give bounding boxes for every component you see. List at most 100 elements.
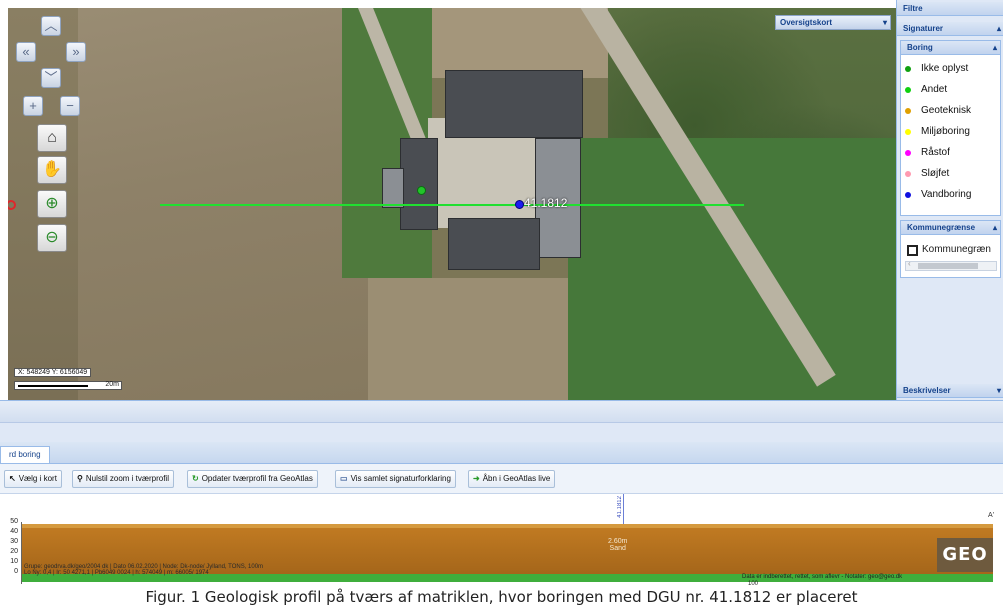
chevron-up-icon: ▴: [992, 223, 997, 232]
geo-logo: GEO: [937, 538, 993, 572]
show-legend-label: Vis samlet signaturforklaring: [350, 474, 451, 483]
zoom-in-icon: ⊕: [45, 195, 59, 212]
dirt-area: [368, 278, 568, 400]
y-tick-label: 30: [10, 538, 18, 545]
municipal-header-label: Kommunegrænse: [907, 223, 976, 232]
home-icon: ⌂: [47, 129, 57, 146]
borehole-label: 41.1812: [524, 196, 568, 210]
figure-caption: Figur. 1 Geologisk profil på tværs af ma…: [145, 588, 858, 605]
open-geoatlas-label: Åbn i GeoAtlas live: [482, 474, 551, 483]
borehole-header[interactable]: Boring ▴: [901, 41, 1000, 55]
legend-dot-icon: [905, 108, 911, 114]
descriptions-label: Beskrivelser: [903, 386, 951, 395]
legend-dot-icon: [905, 171, 911, 177]
legend-item: Geoteknisk: [905, 105, 972, 116]
building-roof: [382, 168, 404, 208]
panel-header-strip: [0, 422, 1003, 442]
right-panel: Filtre Signaturer ▴ Boring ▴ Ikke oplyst…: [896, 0, 1003, 420]
distance-label: 100: [748, 581, 759, 587]
y-tick-label: 0: [14, 568, 18, 575]
open-geoatlas-button[interactable]: ➜ Åbn i GeoAtlas live: [468, 470, 556, 488]
legend-dot-icon: [905, 129, 911, 135]
zoom-out-icon: ⊖: [45, 229, 59, 246]
chevron-down-icon: ▾: [882, 18, 887, 27]
layer-type: Sand: [609, 545, 626, 552]
municipal-header[interactable]: Kommunegrænse ▴: [901, 221, 1000, 235]
layer-label: 2.60m Sand: [608, 538, 627, 552]
tab-cross-section[interactable]: rd boring: [0, 446, 50, 463]
refresh-icon: ↻: [192, 474, 199, 483]
reset-zoom-button[interactable]: ⚲ Nulstil zoom i tværprofil: [72, 470, 174, 488]
chevron-down-icon: ▾: [996, 386, 1001, 395]
legend-item: Ikke oplyst: [905, 63, 969, 74]
pan-tool-button[interactable]: ✋: [37, 156, 67, 184]
legend-label: Ikke oplyst: [921, 63, 969, 74]
legend-label: Geoteknisk: [921, 105, 972, 116]
legend-item: Vandboring: [905, 189, 971, 200]
legend-label: Sløjfet: [921, 168, 950, 179]
layer-depth: 2.60m: [608, 538, 628, 545]
zoom-in-small-button[interactable]: +: [23, 96, 43, 116]
signatures-label: Signaturer: [903, 24, 944, 33]
pan-up-button[interactable]: ︿: [41, 16, 61, 36]
descriptions-header[interactable]: Beskrivelser ▾: [897, 384, 1003, 398]
cross-section-profile[interactable]: 50 40 30 20 10 0 41.1812 2.60m Sand GEO Grupe…: [0, 494, 1003, 587]
show-legend-button[interactable]: ▭ Vis samlet signaturforklaring: [335, 470, 456, 488]
credit-text: Grupe: geodrva.dk/geo/2004 dk | Dato 06.…: [24, 564, 263, 576]
filter-header[interactable]: Filtre: [897, 2, 1003, 16]
scroll-left-icon: ‹: [908, 259, 911, 268]
pan-right-button[interactable]: »: [66, 42, 86, 62]
y-tick-label: 50: [10, 518, 18, 525]
filter-label: Filtre: [903, 4, 923, 13]
coordinate-readout: X: 548249 Y: 6156049: [14, 368, 92, 377]
building-roof: [448, 218, 540, 270]
municipal-item-label: Kommunegræn: [922, 244, 991, 255]
reset-zoom-label: Nulstil zoom i tværprofil: [85, 474, 169, 483]
hand-icon: ✋: [42, 161, 62, 178]
y-tick-label: 10: [10, 558, 18, 565]
legend-dot-icon: [905, 87, 911, 93]
zoom-out-button[interactable]: ⊖: [37, 224, 67, 252]
borehole-marker-green[interactable]: [417, 186, 426, 195]
legend-item: Andet: [905, 84, 948, 95]
chevron-up-icon: ▴: [996, 24, 1001, 33]
home-button[interactable]: ⌂: [37, 124, 67, 152]
map-view[interactable]: 41.1812 ︿ « » ﹀ + − ⌂ ✋ ⊕ ⊖ X: 548249 Y:…: [8, 8, 896, 400]
borehole-position-line: [623, 494, 624, 524]
signatures-header[interactable]: Signaturer ▴: [897, 22, 1003, 36]
splitter-bar[interactable]: [0, 400, 1003, 422]
select-in-map-button[interactable]: ↖ Vælg i kort: [4, 470, 62, 488]
scale-bar: 20m: [14, 381, 122, 390]
overview-label: Oversigtskort: [780, 18, 833, 27]
y-axis: [21, 522, 22, 584]
update-profile-button[interactable]: ↻ Opdater tværprofil fra GeoAtlas: [187, 470, 318, 488]
zoom-out-small-button[interactable]: −: [60, 96, 80, 116]
municipal-checkbox[interactable]: [907, 245, 918, 256]
horizontal-scrollbar[interactable]: ‹: [905, 259, 997, 271]
chevron-up-icon: ▴: [992, 43, 997, 52]
borehole-marker-blue[interactable]: [515, 200, 524, 209]
scrollbar-thumb[interactable]: [918, 263, 978, 269]
legend-dot-icon: [905, 150, 911, 156]
cursor-icon: ↖: [9, 474, 16, 483]
update-profile-label: Opdater tværprofil fra GeoAtlas: [201, 474, 313, 483]
credit-right-text: Data er indberettet, rettet, som aflevr …: [742, 574, 903, 580]
legend-label: Andet: [921, 84, 948, 95]
pan-left-button[interactable]: «: [16, 42, 36, 62]
profile-toolbar: ↖ Vælg i kort ⚲ Nulstil zoom i tværprofil …: [0, 464, 1003, 494]
select-in-map-label: Vælg i kort: [18, 474, 57, 483]
overview-map-dropdown[interactable]: Oversigtskort ▾: [775, 15, 891, 30]
legend-icon: ▭: [340, 474, 348, 483]
zoom-in-button[interactable]: ⊕: [37, 190, 67, 218]
building-roof: [400, 138, 438, 230]
profile-end-label: A': [988, 512, 995, 519]
borehole-legend-box: Boring ▴ Ikke oplyst Andet Geoteknisk Miljø…: [900, 40, 1001, 216]
legend-item: Sløjfet: [905, 168, 950, 179]
borehole-legend-title: Boring: [907, 43, 933, 52]
legend-item: Miljøboring: [905, 126, 970, 137]
legend-label: Råstof: [921, 147, 950, 158]
y-tick-label: 20: [10, 548, 18, 555]
pan-down-button[interactable]: ﹀: [41, 68, 61, 88]
legend-item: Råstof: [905, 147, 950, 158]
y-tick-label: 40: [10, 528, 18, 535]
